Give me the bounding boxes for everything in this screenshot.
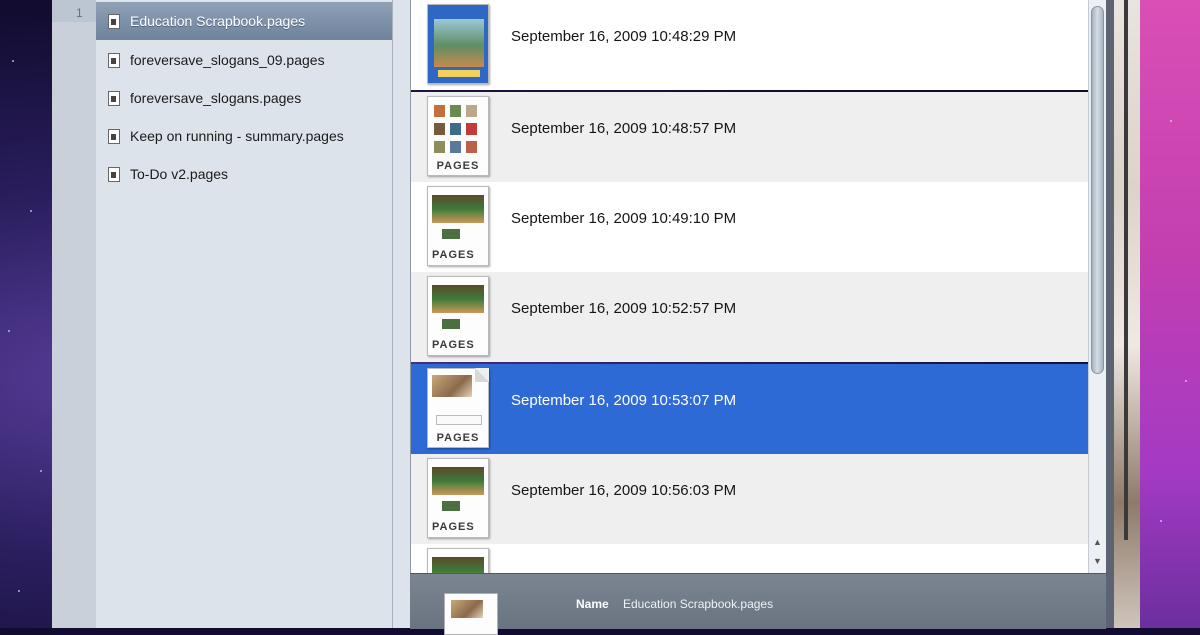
scrapbook-cover-thumbnail (427, 4, 489, 84)
sidebar-item-to-do-v2[interactable]: To-Do v2.pages (96, 155, 392, 193)
thumbnail-cell (434, 105, 445, 117)
version-date: September 16, 2009 10:49:10 PM (511, 210, 737, 227)
pages-document-icon (108, 52, 120, 68)
version-row[interactable]: PAGES September 16, 2009 10:49:10 PM (411, 182, 1089, 272)
version-row[interactable]: September 16, 2009 10:48:29 PM (411, 0, 1089, 90)
pages-document-icon (108, 90, 120, 106)
wallpaper-star (40, 470, 42, 472)
thumbnail-image (451, 600, 483, 618)
version-list-scrollbar[interactable]: ▲ ▼ (1088, 0, 1107, 573)
scroll-up-arrow-icon[interactable]: ▲ (1093, 537, 1102, 547)
wallpaper-star (18, 590, 20, 592)
sidebar-item-label: foreversave_slogans.pages (130, 90, 302, 106)
thumbnail-field (436, 415, 482, 425)
thumbnail-cell (434, 123, 445, 135)
scroll-down-arrow-icon[interactable]: ▼ (1093, 556, 1102, 566)
sidebar-item-foreversave-slogans-09[interactable]: foreversave_slogans_09.pages (96, 41, 392, 79)
window-edge (1106, 0, 1114, 628)
sidebar-item-education-scrapbook[interactable]: Education Scrapbook.pages (96, 2, 392, 40)
version-row-selected[interactable]: PAGES September 16, 2009 10:53:07 PM (411, 364, 1089, 454)
version-row-partial[interactable] (411, 544, 1089, 573)
thumbnail-cell (466, 105, 477, 117)
pages-document-icon (108, 13, 120, 29)
wallpaper-star (1185, 380, 1187, 382)
thumbnail-banner (432, 285, 484, 313)
sidebar-item-label: Education Scrapbook.pages (130, 13, 306, 29)
pages-document-icon (108, 128, 120, 144)
outer-list-row-number: 1 (76, 6, 83, 20)
pages-document-icon (108, 166, 120, 182)
thumbnail-caption (438, 70, 480, 77)
thumbnail-pages-label: PAGES (436, 432, 480, 444)
thumbnail-pages-label: PAGES (432, 339, 475, 351)
scrollbar-thumb[interactable] (1091, 6, 1104, 374)
selected-file-thumbnail (444, 593, 498, 635)
banner-thumbnail: PAGES (427, 458, 489, 538)
photo-grid-thumbnail: PAGES (427, 96, 489, 176)
thumbnail-cell (434, 141, 445, 153)
file-info-bar: Name Education Scrapbook.pages (410, 573, 1106, 635)
outer-list-column: 1 (52, 0, 96, 628)
outer-list-selected-row[interactable] (52, 0, 96, 22)
thumbnail-photo (434, 19, 484, 67)
background-window-frame (1124, 0, 1128, 540)
info-name-value: Education Scrapbook.pages (623, 597, 774, 611)
thumbnail-image (432, 375, 472, 397)
wallpaper-star (1170, 120, 1172, 122)
version-date: September 16, 2009 10:53:07 PM (511, 392, 737, 409)
sidebar-item-label: To-Do v2.pages (130, 166, 229, 182)
sidebar-gap (393, 0, 410, 628)
version-row[interactable]: PAGES September 16, 2009 10:52:57 PM (411, 272, 1089, 362)
info-name-label: Name (576, 597, 609, 611)
version-row[interactable]: PAGES September 16, 2009 10:48:57 PM (411, 92, 1089, 182)
sidebar-item-label: foreversave_slogans_09.pages (130, 52, 325, 68)
version-date: September 16, 2009 10:48:57 PM (511, 120, 737, 137)
thumbnail-cell (450, 141, 461, 153)
file-sidebar: Education Scrapbook.pages foreversave_sl… (96, 0, 393, 628)
thumbnail-page-fold (475, 368, 489, 382)
desktop-wallpaper-right (1140, 0, 1200, 628)
version-date: September 16, 2009 10:52:57 PM (511, 300, 737, 317)
thumbnail-block (442, 319, 460, 329)
thumbnail-banner (432, 195, 484, 223)
version-date: September 16, 2009 10:48:29 PM (511, 28, 737, 45)
thumbnail-cell (466, 123, 477, 135)
sidebar-item-label: Keep on running - summary.pages (130, 128, 344, 144)
wallpaper-star (8, 330, 10, 332)
thumbnail-banner (432, 557, 484, 573)
sketch-thumbnail: PAGES (427, 368, 489, 448)
wallpaper-star (12, 60, 14, 62)
thumbnail-block (442, 501, 460, 511)
version-list: September 16, 2009 10:48:29 PM PAGES Sep… (410, 0, 1089, 573)
banner-thumbnail: PAGES (427, 186, 489, 266)
thumbnail-cell (450, 105, 461, 117)
sidebar-item-keep-on-running[interactable]: Keep on running - summary.pages (96, 117, 392, 155)
thumbnail-pages-label: PAGES (436, 160, 480, 172)
thumbnail-cell (466, 141, 477, 153)
wallpaper-star (30, 210, 32, 212)
sidebar-item-foreversave-slogans[interactable]: foreversave_slogans.pages (96, 79, 392, 117)
banner-thumbnail (427, 548, 489, 573)
version-row[interactable]: PAGES September 16, 2009 10:56:03 PM (411, 454, 1089, 544)
thumbnail-pages-label: PAGES (432, 521, 475, 533)
version-date: September 16, 2009 10:56:03 PM (511, 482, 737, 499)
thumbnail-pages-label: PAGES (432, 249, 475, 261)
thumbnail-cell (450, 123, 461, 135)
wallpaper-star (1160, 520, 1162, 522)
thumbnail-block (442, 229, 460, 239)
thumbnail-banner (432, 467, 484, 495)
banner-thumbnail: PAGES (427, 276, 489, 356)
